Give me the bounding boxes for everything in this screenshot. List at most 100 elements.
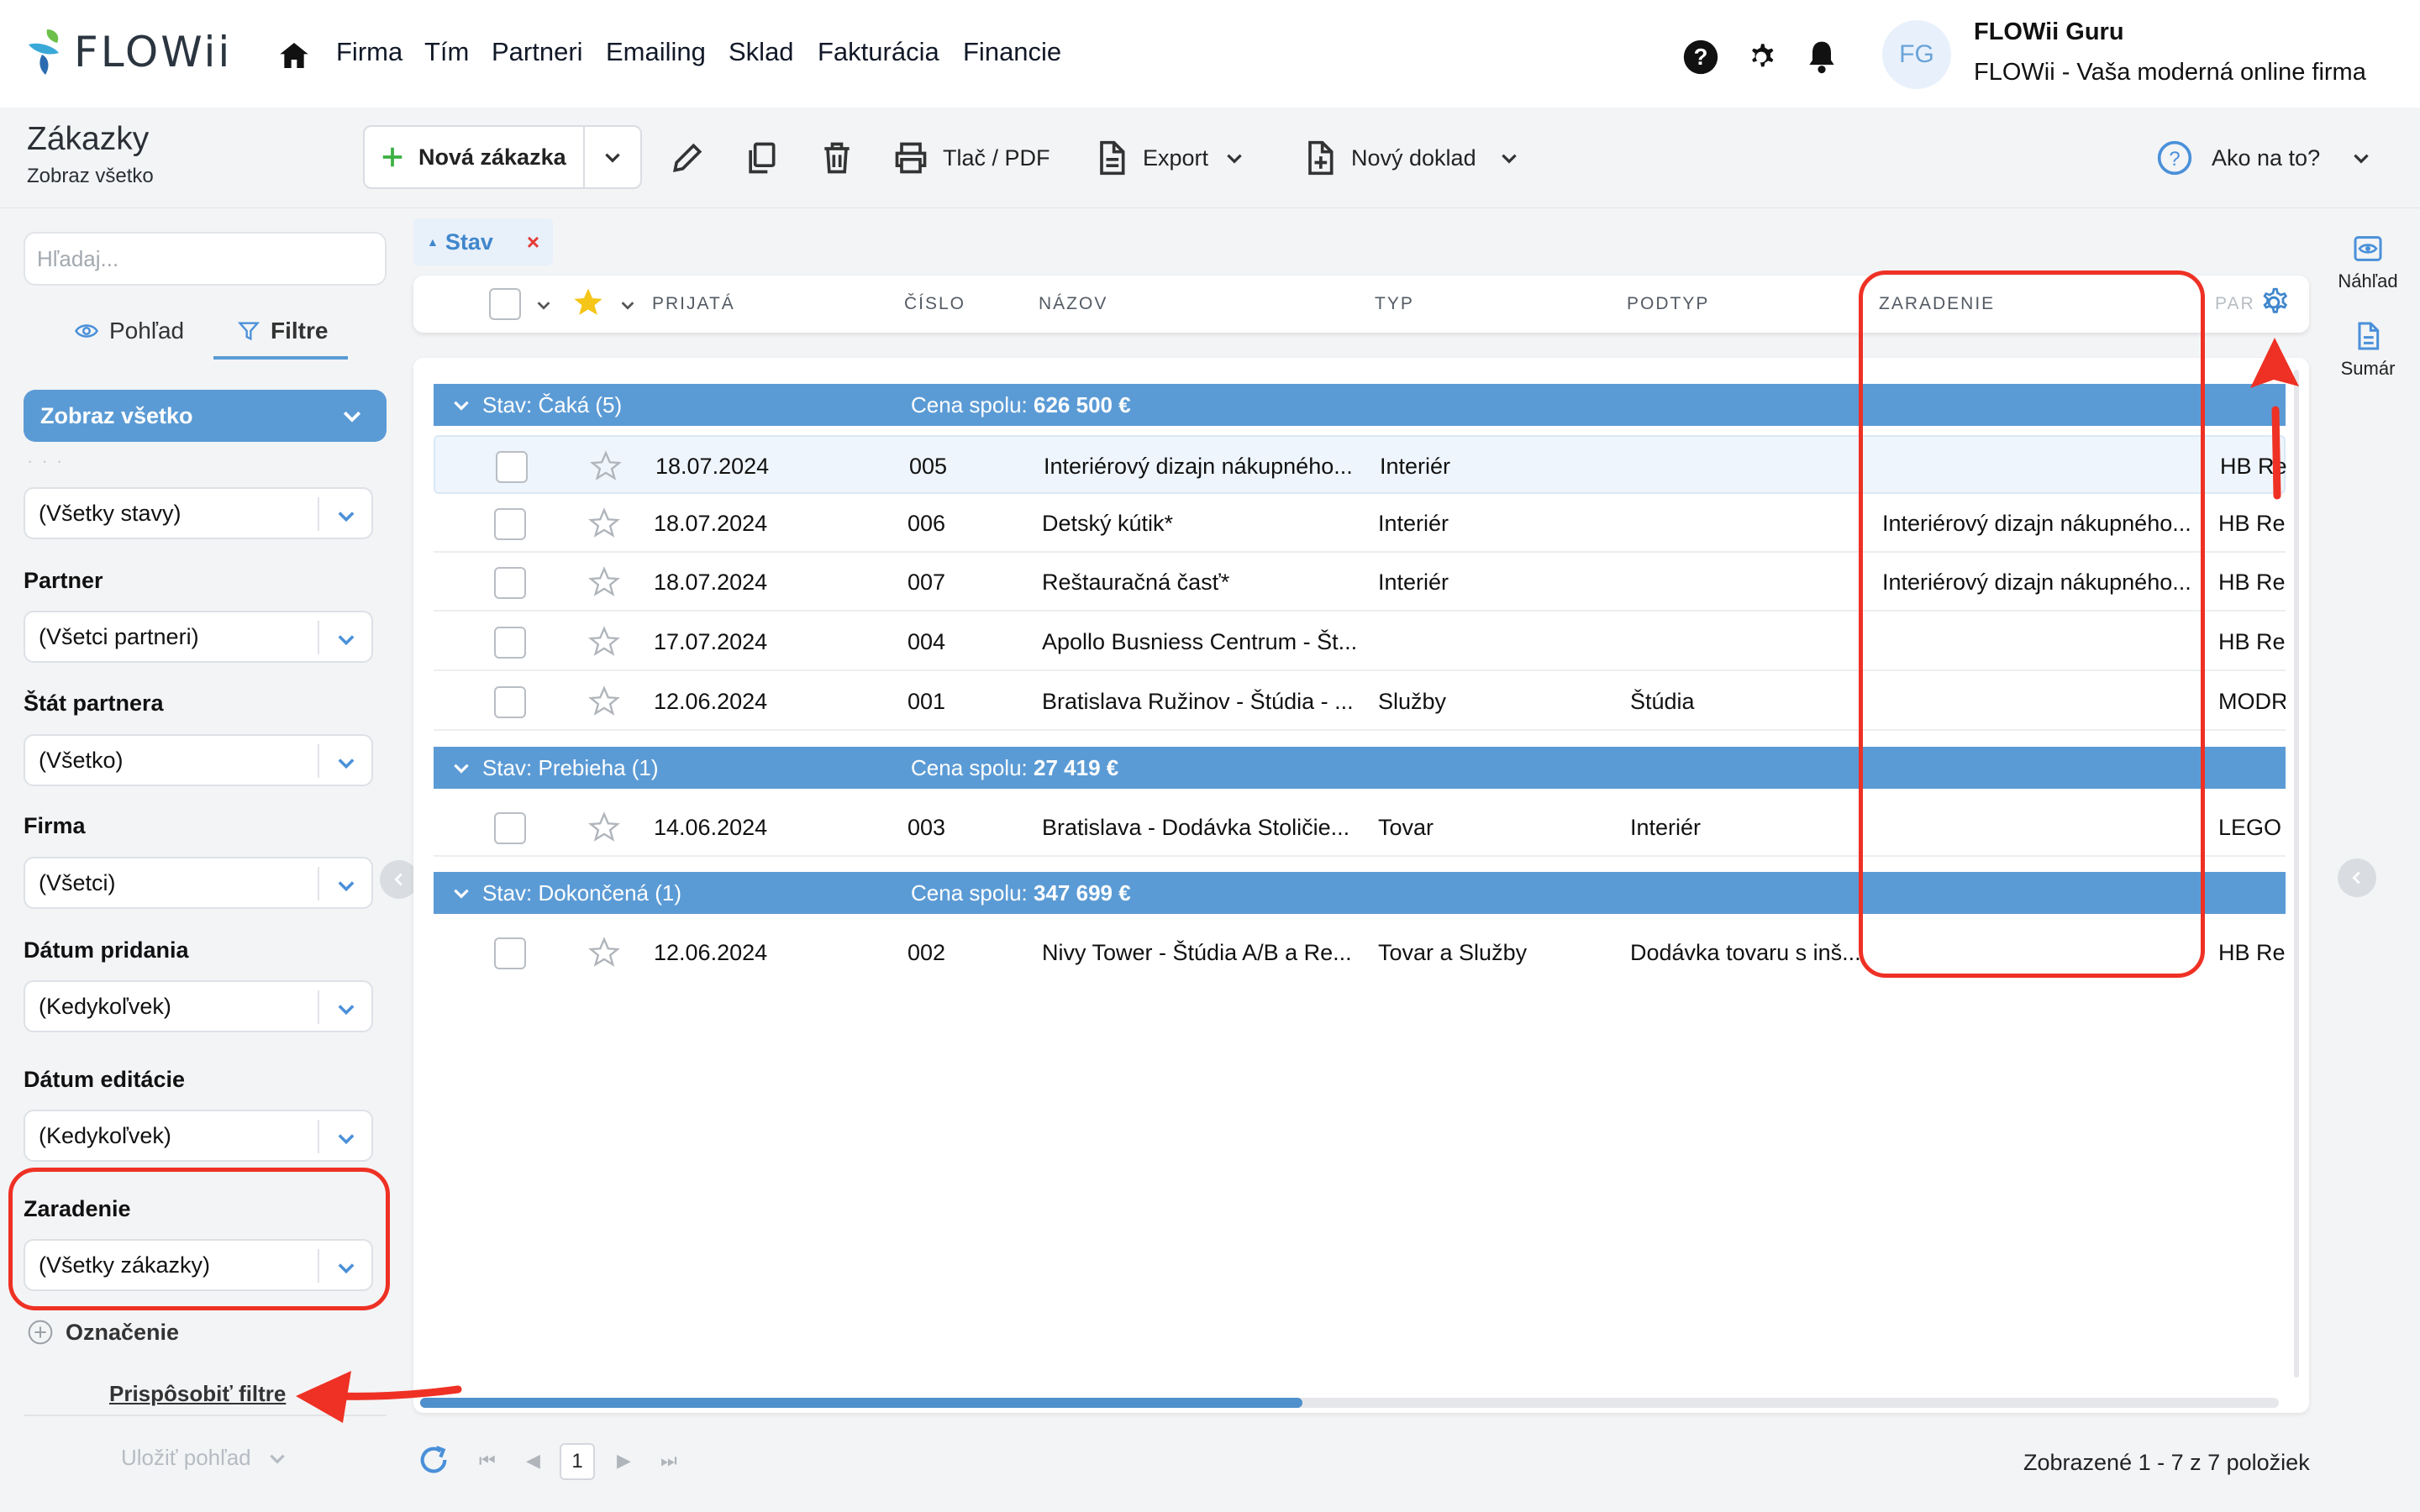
- column-header-received[interactable]: PRIJATÁ: [652, 294, 735, 314]
- star-filled-icon[interactable]: [571, 286, 605, 319]
- group-by-chip[interactable]: ▲ Stav ×: [413, 218, 553, 265]
- new-order-dropdown-button[interactable]: [585, 127, 640, 187]
- star-outline-icon[interactable]: [588, 626, 620, 658]
- chevron-down-icon: [338, 759, 355, 769]
- row-checkbox[interactable]: [494, 812, 526, 844]
- nav-emailing[interactable]: Emailing: [606, 37, 706, 67]
- flowii-logo[interactable]: FLOWii: [25, 25, 232, 79]
- chevron-down-icon: [1501, 154, 1517, 164]
- cell-number: 001: [908, 689, 946, 714]
- first-page-icon[interactable]: ⏮: [479, 1450, 496, 1472]
- column-header-subtype[interactable]: PODTYP: [1627, 294, 1709, 314]
- preview-label: Náhľad: [2338, 270, 2398, 291]
- home-icon[interactable]: [277, 39, 311, 72]
- vertical-scrollbar[interactable]: [2294, 370, 2299, 1378]
- cell-name: Bratislava Ružinov - Štúdia - ...: [1042, 689, 1354, 714]
- column-header-number[interactable]: ČÍSLO: [904, 294, 965, 314]
- nav-tim[interactable]: Tím: [424, 37, 469, 67]
- delete-button[interactable]: [818, 134, 869, 181]
- nav-firma[interactable]: Firma: [336, 37, 402, 67]
- date-added-filter-select[interactable]: (Kedykoľvek): [24, 980, 373, 1032]
- row-checkbox[interactable]: [494, 686, 526, 718]
- document-icon: [1100, 140, 1125, 176]
- column-header-name[interactable]: NÁZOV: [1039, 294, 1107, 314]
- date-edited-filter-label: Dátum editácie: [24, 1067, 186, 1092]
- how-to-label: Ako na to?: [2212, 144, 2321, 171]
- nav-financie[interactable]: Financie: [963, 37, 1061, 67]
- row-checkbox[interactable]: [496, 451, 528, 483]
- print-pdf-button[interactable]: Tlač / PDF: [892, 134, 1050, 181]
- customize-filters-link[interactable]: Prispôsobiť filtre: [109, 1381, 286, 1407]
- add-label-filter-button[interactable]: Označenie: [27, 1319, 179, 1346]
- export-label: Export: [1143, 144, 1209, 171]
- partner-country-filter-select[interactable]: (Všetko): [24, 734, 373, 786]
- nav-sklad[interactable]: Sklad: [729, 37, 794, 67]
- remove-group-icon[interactable]: ×: [527, 229, 539, 255]
- search-input[interactable]: [24, 232, 387, 286]
- next-page-icon[interactable]: ▶: [617, 1450, 631, 1472]
- star-outline-icon[interactable]: [588, 566, 620, 598]
- user-name[interactable]: FLOWii Guru: [1974, 18, 2124, 46]
- star-outline-icon[interactable]: [588, 811, 620, 843]
- column-header-type[interactable]: TYP: [1375, 294, 1414, 314]
- row-checkbox[interactable]: [494, 567, 526, 599]
- star-outline-icon[interactable]: [590, 450, 622, 482]
- export-button[interactable]: Export: [1092, 134, 1259, 181]
- select-all-checkbox[interactable]: [489, 288, 521, 320]
- star-outline-icon[interactable]: [588, 685, 620, 717]
- preview-panel-button[interactable]: Náhľad: [2326, 232, 2410, 292]
- nav-fakturacia[interactable]: Fakturácia: [818, 37, 939, 67]
- column-settings-gear-icon[interactable]: [2255, 284, 2292, 321]
- notifications-bell-icon[interactable]: [1803, 39, 1840, 76]
- date-edited-filter-select[interactable]: (Kedykoľvek): [24, 1110, 373, 1162]
- view-select[interactable]: Zobraz všetko: [24, 390, 387, 442]
- column-header-partner[interactable]: PAR: [2215, 294, 2255, 314]
- company-filter-value: (Všetci): [39, 869, 116, 895]
- row-checkbox[interactable]: [494, 627, 526, 659]
- status-filter-select[interactable]: (Všetky stavy): [24, 487, 373, 539]
- tab-filters[interactable]: Filtre: [237, 318, 328, 344]
- select-divider: [318, 1120, 319, 1153]
- chevron-down-icon[interactable]: [618, 296, 637, 314]
- summary-panel-button[interactable]: Sumár: [2326, 319, 2410, 380]
- select-divider: [318, 990, 319, 1024]
- star-outline-icon[interactable]: [588, 507, 620, 539]
- view-select-value: Zobraz všetko: [40, 402, 193, 428]
- row-checkbox[interactable]: [494, 937, 526, 969]
- last-page-icon[interactable]: ⏭: [660, 1450, 677, 1472]
- cell-received: 18.07.2024: [655, 454, 770, 479]
- cell-received: 17.07.2024: [654, 629, 768, 654]
- cell-partner: HB Real: [2218, 511, 2286, 536]
- row-checkbox[interactable]: [494, 508, 526, 540]
- copy-button[interactable]: [743, 134, 793, 181]
- chevron-down-icon[interactable]: [534, 296, 553, 314]
- new-order-button[interactable]: Nová zákazka: [365, 127, 586, 187]
- user-company[interactable]: FLOWii - Vaša moderná online firma: [1974, 59, 2366, 87]
- how-to-button[interactable]: ? Ako na to?: [2156, 134, 2386, 181]
- new-order-label: Nová zákazka: [418, 144, 566, 170]
- collapse-right-panel-button[interactable]: [2338, 858, 2376, 897]
- partner-filter-select[interactable]: (Všetci partneri): [24, 611, 373, 663]
- current-page[interactable]: 1: [560, 1443, 595, 1480]
- edit-button[interactable]: [669, 134, 719, 181]
- tab-view[interactable]: Pohľad: [74, 318, 184, 344]
- chevron-down-icon: [454, 889, 469, 899]
- help-icon[interactable]: ?: [1682, 39, 1719, 76]
- new-document-button[interactable]: Nový doklad: [1301, 134, 1534, 181]
- user-avatar[interactable]: FG: [1882, 20, 1951, 89]
- group-title: Stav: Prebieha (1): [482, 755, 659, 780]
- tab-filters-label: Filtre: [271, 318, 329, 344]
- active-tab-indicator: [213, 356, 348, 360]
- settings-gear-icon[interactable]: [1743, 39, 1780, 76]
- eye-icon: [75, 324, 98, 338]
- nav-partneri[interactable]: Partneri: [492, 37, 583, 67]
- group-title: Stav: Čaká (5): [482, 392, 623, 417]
- company-filter-select[interactable]: (Všetci): [24, 857, 373, 909]
- refresh-icon[interactable]: [417, 1443, 450, 1477]
- save-view-button[interactable]: Uložiť pohľad: [121, 1445, 288, 1471]
- star-outline-icon[interactable]: [588, 937, 620, 969]
- cell-partner: MODRA: [2218, 689, 2286, 714]
- horizontal-scrollbar-thumb[interactable]: [420, 1398, 1302, 1408]
- cell-name: Detský kútik*: [1042, 511, 1174, 536]
- previous-page-icon[interactable]: ◀: [526, 1450, 540, 1472]
